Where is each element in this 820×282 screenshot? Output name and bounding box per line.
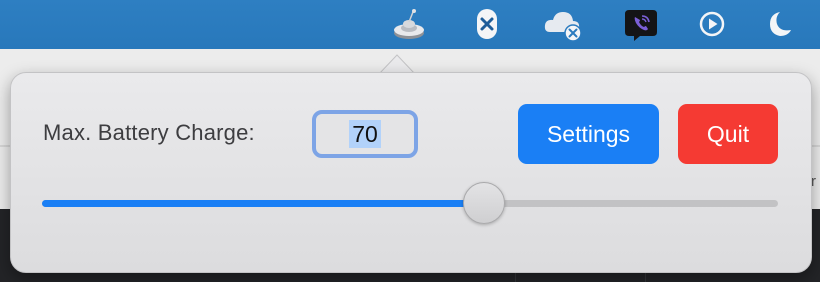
max-charge-slider[interactable] <box>42 182 780 226</box>
popover-arrow <box>379 54 415 74</box>
max-charge-value[interactable]: 70 <box>349 120 381 148</box>
moon-icon[interactable] <box>758 6 796 42</box>
settings-button[interactable]: Settings <box>518 104 659 164</box>
close-badge-icon[interactable] <box>468 6 506 42</box>
viber-icon[interactable] <box>622 6 660 42</box>
quit-button[interactable]: Quit <box>678 104 778 164</box>
slider-thumb[interactable] <box>463 182 505 224</box>
cloud-disconnected-icon[interactable] <box>542 6 586 42</box>
max-charge-input[interactable]: 70 <box>312 110 418 158</box>
menu-bar <box>0 0 820 49</box>
battery-limiter-icon[interactable] <box>390 6 428 42</box>
battery-popover: Max. Battery Charge: 70 Settings Quit <box>10 72 812 273</box>
slider-fill <box>42 200 484 207</box>
max-charge-label: Max. Battery Charge: <box>43 120 255 145</box>
play-circle-icon[interactable] <box>693 6 731 42</box>
